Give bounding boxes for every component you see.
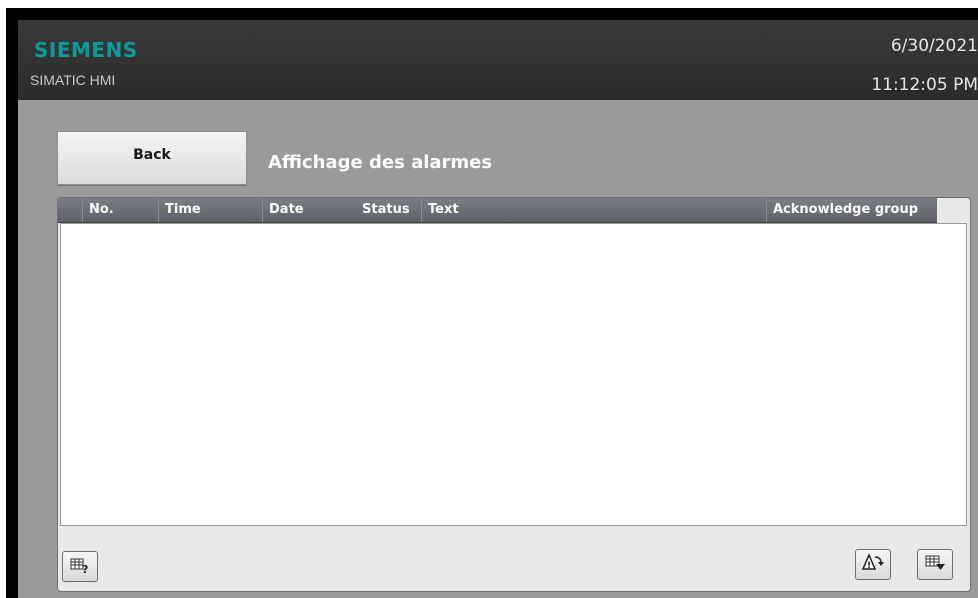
info-tooltip-icon: ? <box>70 556 90 578</box>
alarm-table-header: No. Time Date Status Text Acknowledge gr… <box>58 198 937 223</box>
column-header-text[interactable]: Text <box>421 198 766 222</box>
column-header-no[interactable]: No. <box>82 198 158 222</box>
column-header-date[interactable]: Date <box>262 198 356 222</box>
product-name: SIMATIC HMI <box>30 72 116 88</box>
edit-loop-in-icon <box>924 553 946 577</box>
column-header-status[interactable]: Status <box>356 198 421 222</box>
svg-text:?: ? <box>82 563 88 574</box>
acknowledge-button[interactable]: ! <box>855 549 891 580</box>
back-button[interactable]: Back <box>57 131 247 185</box>
date-display: 6/30/2021 <box>890 36 978 56</box>
time-display: 11:12:05 PM <box>871 75 978 95</box>
svg-text:!: ! <box>867 561 871 571</box>
alarm-view: No. Time Date Status Text Acknowledge gr… <box>57 197 971 592</box>
hmi-header: SIEMENS SIMATIC HMI 6/30/2021 11:12:05 P… <box>18 20 978 100</box>
hmi-frame: SIEMENS SIMATIC HMI 6/30/2021 11:12:05 P… <box>6 8 978 598</box>
column-header-acknowledge-group[interactable]: Acknowledge group <box>766 198 937 222</box>
brand-logo: SIEMENS <box>34 38 138 62</box>
loop-in-alarm-button[interactable] <box>917 549 953 580</box>
screen-area: Back Affichage des alarmes No. Time Date… <box>18 100 978 598</box>
column-header-time[interactable]: Time <box>158 198 262 222</box>
alarm-table-body[interactable] <box>60 223 967 526</box>
info-tooltip-button[interactable]: ? <box>62 551 98 582</box>
acknowledge-icon: ! <box>861 552 884 577</box>
page-title: Affichage des alarmes <box>268 152 493 173</box>
